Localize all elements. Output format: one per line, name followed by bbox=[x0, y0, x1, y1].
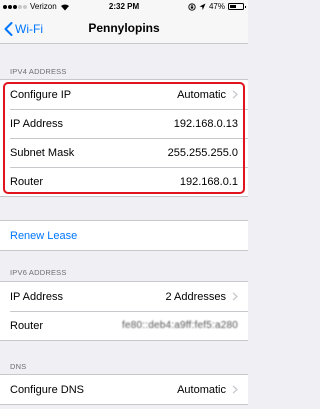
row-label: Router bbox=[10, 319, 44, 332]
status-right: 47% bbox=[188, 0, 246, 13]
battery-level bbox=[230, 5, 236, 8]
back-button[interactable]: Wi-Fi bbox=[4, 13, 43, 44]
ipv6-section-header: IPV6 ADDRESS bbox=[10, 268, 67, 277]
battery-icon bbox=[228, 3, 246, 10]
ipv6-router-row: Router fe80::deb4:a9ff:fef5:a280 bbox=[0, 311, 248, 340]
renew-lease-button[interactable]: Renew Lease bbox=[0, 221, 248, 250]
battery-percent: 47% bbox=[208, 2, 225, 11]
location-icon bbox=[199, 3, 206, 10]
lease-group: Renew Lease bbox=[0, 220, 248, 251]
navigation-bar: Pennylopins Wi-Fi bbox=[0, 13, 248, 44]
chevron-right-icon bbox=[232, 385, 238, 394]
chevron-left-icon bbox=[4, 21, 13, 36]
row-value: Automatic bbox=[177, 383, 226, 396]
back-label: Wi-Fi bbox=[15, 21, 43, 36]
configure-dns-row[interactable]: Configure DNS Automatic bbox=[0, 375, 248, 404]
row-value: fe80::deb4:a9ff:fef5:a280 bbox=[121, 320, 238, 331]
status-bar: Verizon 2:32 PM 47% bbox=[0, 0, 248, 13]
orientation-lock-icon bbox=[188, 2, 196, 11]
highlight-box bbox=[3, 82, 245, 194]
chevron-right-icon bbox=[232, 292, 238, 301]
row-label: Configure DNS bbox=[10, 383, 84, 396]
row-label: IP Address bbox=[10, 290, 63, 303]
ipv6-group: IP Address 2 Addresses Router fe80::deb4… bbox=[0, 281, 248, 341]
row-value: 2 Addresses bbox=[165, 290, 226, 303]
renew-lease-label: Renew Lease bbox=[10, 229, 78, 242]
ipv6-address-row[interactable]: IP Address 2 Addresses bbox=[0, 282, 248, 311]
ipv4-section-header: IPV4 ADDRESS bbox=[10, 67, 67, 76]
dns-group: Configure DNS Automatic bbox=[0, 374, 248, 405]
dns-section-header: DNS bbox=[10, 362, 27, 371]
